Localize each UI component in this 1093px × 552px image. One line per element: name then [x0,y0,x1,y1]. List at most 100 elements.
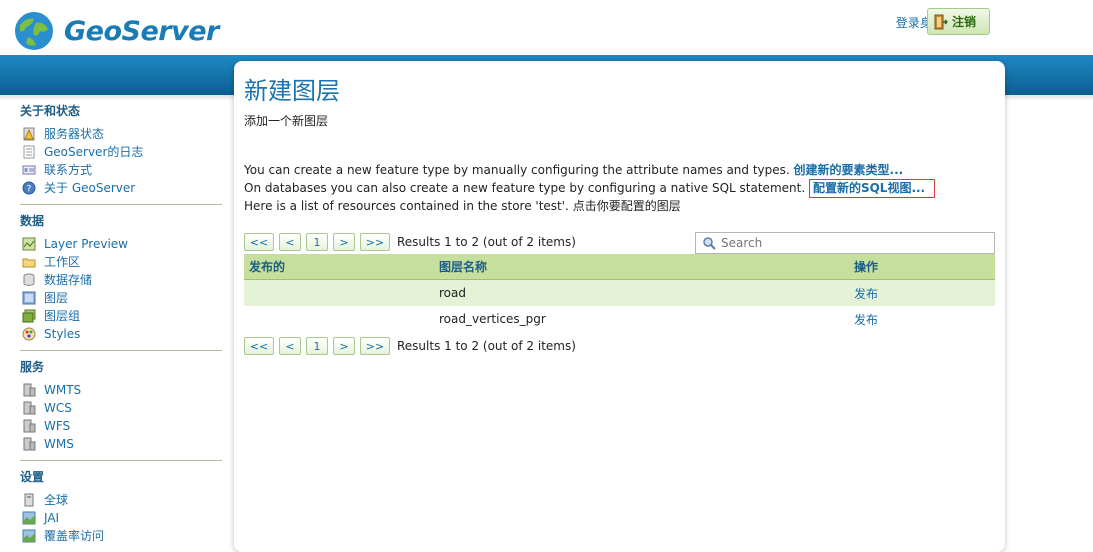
cell-layer-name: road [439,286,466,300]
table-row: road_vertices_pgr 发布 [244,306,995,332]
sidebar-item-label: 关于 GeoServer [44,181,136,195]
jai-icon [22,511,36,525]
description-text: You can create a new feature type by man… [244,163,794,177]
pager-top: << < 1 > >> Results 1 to 2 (out of 2 ite… [244,233,576,251]
sidebar: 关于和状态 服务器状态 GeoServer的日志 联系方式 ? 关于 GeoSe… [20,103,222,552]
sidebar-item-label: 图层 [44,291,69,305]
sidebar-section-title: 关于和状态 [20,104,81,118]
results-count: Results 1 to 2 (out of 2 items) [397,339,576,353]
sidebar-item-wcs[interactable]: WCS [22,399,222,417]
description: You can create a new feature type by man… [244,161,936,215]
sidebar-section-title: 服务 [20,360,45,374]
sidebar-item-store[interactable]: 数据存储 [22,271,222,289]
sidebar-section-settings: 设置 全球 JAI 覆盖率访问 [20,469,222,552]
workspace-icon [22,258,36,268]
publish-link[interactable]: 发布 [854,285,995,302]
sidebar-item-label: 联系方式 [44,163,93,177]
top-header: GeoServer 登录身份 admin. 注销 [0,0,1093,56]
main-panel: 新建图层 添加一个新图层 You can create a new featur… [234,61,1005,552]
description-line-1: You can create a new feature type by man… [244,161,935,179]
sidebar-item-label: 服务器状态 [44,127,105,141]
cell-layer-name: road_vertices_pgr [439,312,546,326]
sidebar-section-about: 关于和状态 服务器状态 GeoServer的日志 联系方式 ? 关于 GeoSe… [20,103,222,205]
sidebar-item-log[interactable]: GeoServer的日志 [22,143,222,161]
page-number-button[interactable]: 1 [306,233,328,251]
logout-icon [934,14,948,29]
sidebar-item-label: Styles [44,327,81,341]
table-header: 发布的 图层名称 操作 [244,254,995,280]
layer-group-icon [22,309,36,323]
sidebar-item-layer-group[interactable]: 图层组 [22,307,222,325]
sidebar-item-label: GeoServer的日志 [44,145,144,159]
service-icon [23,419,36,433]
sidebar-item-label: WMS [44,437,74,451]
sidebar-item-global[interactable]: 全球 [22,491,222,509]
next-page-button[interactable]: > [333,337,355,355]
first-page-button[interactable]: << [244,337,274,355]
pager-bottom: << < 1 > >> Results 1 to 2 (out of 2 ite… [244,337,576,355]
prev-page-button[interactable]: < [279,337,301,355]
sidebar-item-styles[interactable]: Styles [22,325,222,343]
svg-text:?: ? [27,185,32,195]
service-icon [23,401,36,415]
column-header-layer-name[interactable]: 图层名称 [439,258,854,275]
geoserver-logo[interactable]: GeoServer [10,8,219,54]
search-icon [703,237,716,250]
sidebar-item-label: WCS [44,401,72,415]
store-icon [23,273,35,286]
results-count: Results 1 to 2 (out of 2 items) [397,235,576,249]
description-text: On databases you can also create a new f… [244,181,809,195]
sidebar-item-workspace[interactable]: 工作区 [22,253,222,271]
sidebar-section-services: 服务 WMTS WCS WFS WMS [20,359,222,461]
sidebar-item-server-status[interactable]: 服务器状态 [22,125,222,143]
sidebar-item-label: 覆盖率访问 [44,529,105,543]
contact-icon [22,165,36,175]
sidebar-section-data: 数据 Layer Preview 工作区 数据存储 图层 图层组 Styles [20,213,222,351]
next-page-button[interactable]: > [333,233,355,251]
sidebar-item-wmts[interactable]: WMTS [22,381,222,399]
sidebar-item-layer-preview[interactable]: Layer Preview [22,235,222,253]
sidebar-section-title: 数据 [20,214,45,228]
sidebar-section-title: 设置 [20,470,45,484]
layers-table: 发布的 图层名称 操作 road 发布 road_vertices_pgr 发布 [244,254,995,332]
description-line-2: On databases you can also create a new f… [244,179,936,198]
sidebar-item-coverage-access[interactable]: 覆盖率访问 [22,527,222,545]
column-header-action: 操作 [854,260,879,274]
page-number-button[interactable]: 1 [306,337,328,355]
about-icon: ? [22,181,36,195]
sidebar-item-label: JAI [44,511,60,525]
configure-sql-view-link[interactable]: 配置新的SQL视图... [808,179,936,198]
sidebar-item-label: 数据存储 [44,273,93,287]
page-subtitle: 添加一个新图层 [244,114,329,128]
description-line-3: Here is a list of resources contained in… [244,199,681,213]
page-title: 新建图层 [244,77,340,105]
log-icon [23,145,35,159]
sidebar-item-layers[interactable]: 图层 [22,289,222,307]
sidebar-item-label: 工作区 [44,255,81,269]
sidebar-item-label: Layer Preview [44,237,128,251]
sidebar-item-jai[interactable]: JAI [22,509,222,527]
sidebar-item-wfs[interactable]: WFS [22,417,222,435]
sidebar-item-label: WFS [44,419,71,433]
service-icon [23,437,36,451]
layer-preview-icon [22,237,36,251]
sidebar-item-contact[interactable]: 联系方式 [22,161,222,179]
create-feature-type-link[interactable]: 创建新的要素类型... [794,163,904,177]
search-box[interactable] [695,232,995,254]
service-icon [23,383,36,397]
layer-icon [22,291,36,305]
sidebar-item-about[interactable]: ? 关于 GeoServer [22,179,222,197]
sidebar-item-label: WMTS [44,383,82,397]
publish-link[interactable]: 发布 [854,311,995,328]
logo-text: GeoServer [64,15,219,47]
first-page-button[interactable]: << [244,233,274,251]
last-page-button[interactable]: >> [360,233,390,251]
prev-page-button[interactable]: < [279,233,301,251]
last-page-button[interactable]: >> [360,337,390,355]
logout-button[interactable]: 注销 [927,8,990,35]
column-header-published[interactable]: 发布的 [244,258,439,275]
search-input[interactable] [721,236,981,250]
sidebar-item-label: 全球 [44,493,69,507]
sidebar-item-wms[interactable]: WMS [22,435,222,453]
coverage-access-icon [22,529,36,543]
